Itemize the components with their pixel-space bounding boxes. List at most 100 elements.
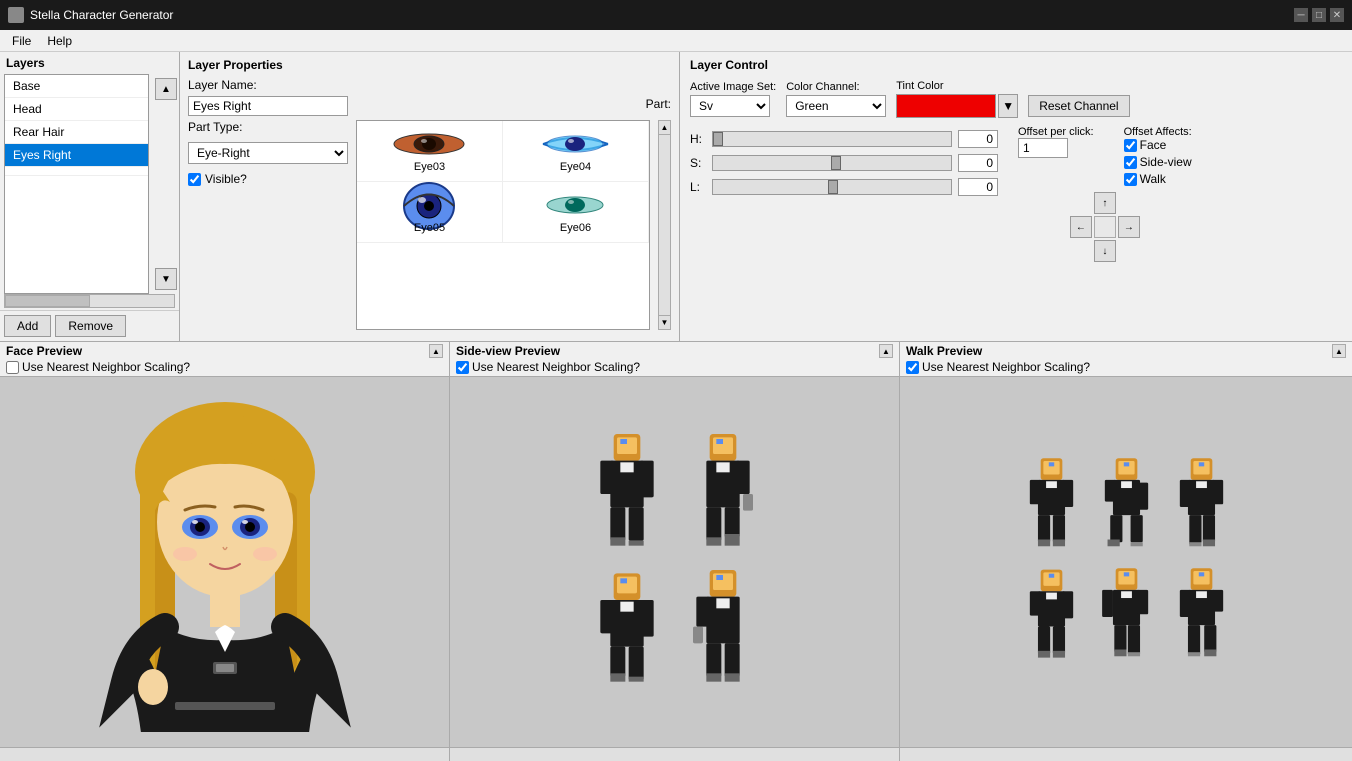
l-label: L: — [690, 180, 706, 194]
layers-list: Base Head Rear Hair Eyes Right — [4, 74, 149, 294]
walk-scroll-up[interactable]: ▲ — [1332, 344, 1346, 358]
part-grid: Eye03 — [357, 121, 649, 243]
offset-face-checkbox[interactable] — [1124, 139, 1137, 152]
side-sprite-3 — [587, 570, 667, 690]
face-scroll-up[interactable]: ▲ — [429, 344, 443, 358]
h-label: H: — [690, 132, 706, 146]
side-nearest-neighbor-checkbox[interactable] — [456, 361, 469, 374]
part-grid-scrollbar[interactable]: ▲ ▼ — [658, 120, 671, 330]
layer-up-button[interactable]: ▲ — [155, 78, 177, 100]
walk-preview-body — [900, 377, 1352, 747]
color-channel-group: Color Channel: Green Red Blue Alpha — [786, 81, 886, 117]
slider-section: H: S: L: — [690, 130, 998, 262]
color-channel-label: Color Channel: — [786, 81, 886, 93]
menu-file[interactable]: File — [4, 32, 39, 50]
s-slider[interactable] — [712, 155, 952, 171]
layer-item-eyes-right[interactable]: Eyes Right — [5, 144, 148, 167]
walk-preview-title: Walk Preview — [906, 344, 982, 358]
side-scroll-up[interactable]: ▲ — [879, 344, 893, 358]
offset-per-click-label: Offset per click: — [1018, 126, 1094, 138]
layer-control-panel: Layer Control Active Image Set: Sv Face … — [680, 52, 1352, 341]
image-set-row: Active Image Set: Sv Face Walk Color Cha… — [690, 80, 1342, 118]
eye03-label: Eye03 — [414, 161, 445, 173]
offset-sideview-checkbox[interactable] — [1124, 156, 1137, 169]
layer-properties-panel: Layer Properties Layer Name: Part: Part … — [180, 52, 680, 341]
tint-color-swatch[interactable] — [896, 94, 996, 118]
walk-sprite-6 — [1169, 567, 1234, 667]
part-cell-eye03[interactable]: Eye03 — [357, 121, 503, 182]
tint-color-picker-row: ▼ — [896, 94, 1018, 118]
layer-name-label: Layer Name: — [188, 78, 268, 92]
walk-preview-panel: Walk Preview ▲ Use Nearest Neighbor Scal… — [900, 342, 1352, 761]
side-sprite-4 — [683, 570, 763, 690]
face-nearest-neighbor-checkbox[interactable] — [6, 361, 19, 374]
offset-affects-label: Offset Affects: — [1124, 126, 1192, 138]
walk-nearest-neighbor-checkbox[interactable] — [906, 361, 919, 374]
layer-item-rear-hair[interactable]: Rear Hair — [5, 121, 148, 144]
offset-right-button[interactable]: → — [1118, 216, 1140, 238]
eye04-image — [535, 129, 615, 159]
l-slider[interactable] — [712, 179, 952, 195]
offset-up-button[interactable]: ↑ — [1094, 192, 1116, 214]
eye05-label: Eye05 — [414, 222, 445, 234]
side-preview-panel: Side-view Preview ▲ Use Nearest Neighbor… — [450, 342, 900, 761]
offset-per-click-input[interactable] — [1018, 138, 1068, 158]
part-type-label: Part Type: — [188, 120, 268, 134]
h-value-input[interactable] — [958, 130, 998, 148]
layers-hscrollbar[interactable] — [4, 294, 175, 308]
direction-pad: ↑ ← → ↓ — [1018, 192, 1192, 262]
face-preview-panel: Face Preview ▲ Use Nearest Neighbor Scal… — [0, 342, 450, 761]
face-preview-title: Face Preview — [6, 344, 82, 358]
offset-sideview-label: Side-view — [1124, 155, 1192, 169]
offset-per-click-group: Offset per click: — [1018, 126, 1094, 158]
layer-name-row: Layer Name: — [188, 78, 671, 92]
walk-sprite-3 — [1169, 457, 1234, 557]
close-button[interactable]: ✕ — [1330, 8, 1344, 22]
minimize-button[interactable]: ─ — [1294, 8, 1308, 22]
s-value-input[interactable] — [958, 154, 998, 172]
layer-name-input-row: Part: — [188, 96, 671, 116]
layer-item-base[interactable]: Base — [5, 75, 148, 98]
color-channel-select[interactable]: Green Red Blue Alpha — [786, 95, 886, 117]
side-preview-body — [450, 377, 899, 747]
face-character-svg — [85, 392, 365, 732]
layer-down-button[interactable]: ▼ — [155, 268, 177, 290]
add-layer-button[interactable]: Add — [4, 315, 51, 337]
layer-name-input[interactable] — [188, 96, 348, 116]
offset-walk-checkbox[interactable] — [1124, 173, 1137, 186]
offset-left-button[interactable]: ← — [1070, 216, 1092, 238]
visible-checkbox[interactable] — [188, 173, 201, 186]
offset-controls: Offset per click: Offset Affects: Face — [1018, 126, 1192, 262]
part-cell-eye06[interactable]: Eye06 — [503, 182, 649, 243]
l-value-input[interactable] — [958, 178, 998, 196]
side-hscrollbar[interactable] — [450, 747, 899, 761]
sliders-and-offset: H: S: L: — [690, 126, 1342, 262]
maximize-button[interactable]: □ — [1312, 8, 1326, 22]
reset-channel-button[interactable]: Reset Channel — [1028, 95, 1129, 117]
walk-hscrollbar[interactable] — [900, 747, 1352, 761]
face-hscrollbar[interactable] — [0, 747, 449, 761]
offset-lr-row: ← → — [1070, 216, 1140, 238]
layer-item-head[interactable]: Head — [5, 98, 148, 121]
active-image-set-select[interactable]: Sv Face Walk — [690, 95, 770, 117]
top-section: Layers Base Head Rear Hair Eyes Right ▲ … — [0, 52, 1352, 342]
eye05-image — [389, 190, 469, 220]
part-type-select[interactable]: Eye-Right — [188, 142, 348, 164]
s-slider-row: S: — [690, 154, 998, 172]
menu-help[interactable]: Help — [39, 32, 80, 50]
offset-affects-options: Face Side-view Walk — [1124, 138, 1192, 186]
part-cell-eye04[interactable]: Eye04 — [503, 121, 649, 182]
layers-panel: Layers Base Head Rear Hair Eyes Right ▲ … — [0, 52, 180, 341]
offset-down-button[interactable]: ↓ — [1094, 240, 1116, 262]
walk-preview-header: Walk Preview ▲ Use Nearest Neighbor Scal… — [900, 342, 1352, 377]
layers-arrows: ▲ ▼ — [153, 74, 179, 294]
layer-properties-title: Layer Properties — [188, 58, 671, 72]
tint-color-dropdown-arrow[interactable]: ▼ — [998, 94, 1018, 118]
h-slider[interactable] — [712, 131, 952, 147]
eye06-image — [535, 190, 615, 220]
l-slider-row: L: — [690, 178, 998, 196]
remove-layer-button[interactable]: Remove — [55, 315, 126, 337]
layer-item-front[interactable] — [5, 167, 148, 176]
side-sprite-1 — [587, 434, 667, 554]
part-cell-eye05[interactable]: Eye05 — [357, 182, 503, 243]
